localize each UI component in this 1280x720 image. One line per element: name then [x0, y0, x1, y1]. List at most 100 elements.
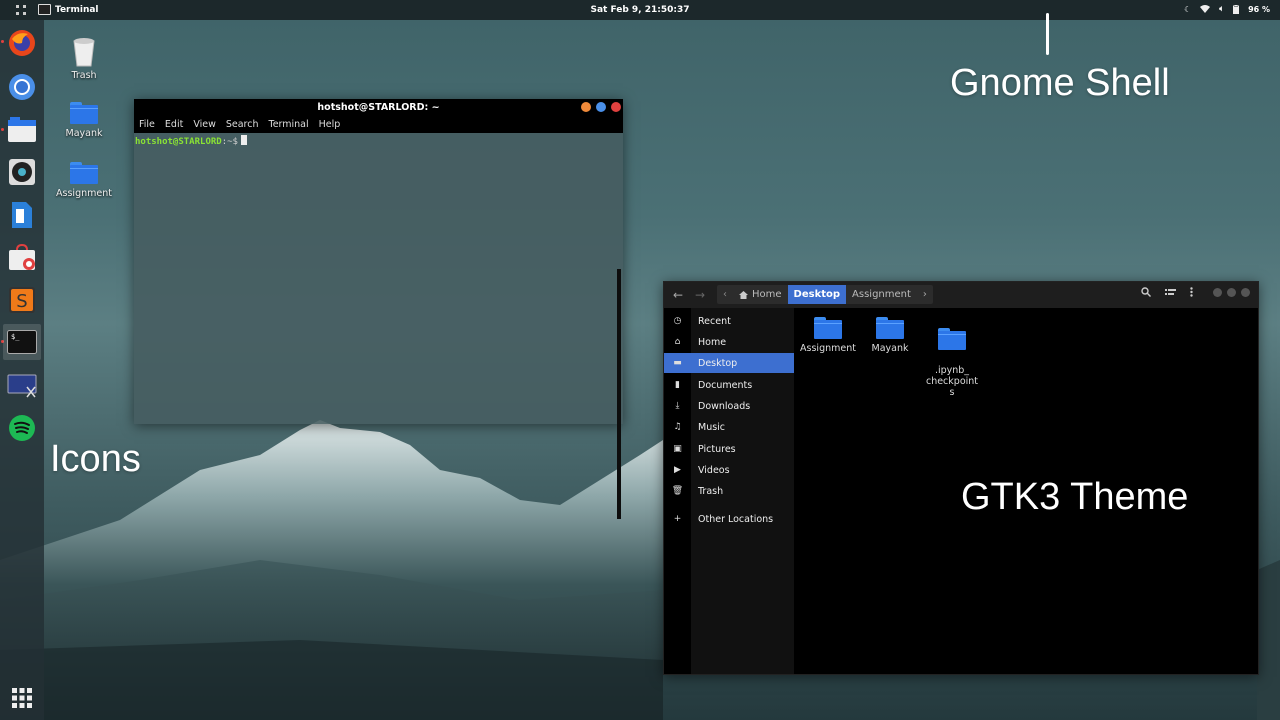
annotation-gnome-shell: Gnome Shell — [950, 62, 1170, 104]
sidebar-item-other-locations[interactable]: + Other Locations — [664, 509, 794, 529]
sidebar-item-documents[interactable]: ▮ Documents — [664, 375, 794, 395]
sidebar-item-label: Trash — [698, 485, 724, 497]
battery-icon — [1233, 4, 1240, 14]
sidebar-item-recent[interactable]: ◷ Recent — [664, 311, 794, 331]
text-cursor — [240, 135, 247, 145]
show-applications-icon[interactable] — [7, 683, 37, 713]
sidebar-item-pictures[interactable]: ▣ Pictures — [664, 439, 794, 459]
sidebar-item-desktop[interactable]: ▬ Desktop — [664, 353, 794, 373]
sidebar-item-videos[interactable]: ▶ Videos — [664, 460, 794, 480]
chromium-icon[interactable] — [7, 72, 37, 102]
spotify-icon[interactable] — [7, 413, 37, 443]
terminal-output[interactable]: hotshot@STARLORD:~$ — [134, 133, 615, 424]
trash-icon: 🗑︎ — [671, 486, 684, 496]
screenshot-tool-icon[interactable] — [7, 371, 37, 401]
system-tray[interactable]: ☾ 🔈︎ 96 % — [1184, 4, 1270, 14]
volume-icon: 🔈︎ — [1219, 4, 1225, 13]
terminal-menubar: File Edit View Search Terminal Help — [134, 116, 623, 133]
running-indicator — [1, 40, 4, 43]
terminal-scrollbar[interactable] — [617, 269, 621, 519]
desktop-icon-label: Mayank — [65, 128, 103, 139]
maximize-button[interactable] — [1227, 287, 1236, 297]
path-right-arrow-icon[interactable]: › — [917, 285, 933, 304]
desktop-icon-assignment[interactable]: Assignment — [49, 162, 119, 199]
path-crumb-home[interactable]: Home — [733, 285, 788, 304]
view-options-icon[interactable] — [1165, 288, 1176, 297]
firefox-icon[interactable] — [7, 28, 37, 58]
dock: S $_ — [0, 20, 44, 720]
close-button[interactable] — [1241, 287, 1250, 297]
svg-text:S: S — [16, 291, 27, 312]
night-light-icon: ☾ — [1184, 4, 1192, 14]
desktop-icon-mayank[interactable]: Mayank — [49, 102, 119, 139]
sidebar-item-label: Documents — [698, 379, 753, 391]
sidebar-item-label: Videos — [698, 464, 730, 476]
path-crumb-label: Desktop — [793, 289, 841, 300]
files-icon[interactable] — [7, 115, 37, 145]
places-sidebar: ◷ Recent ⌂ Home ▬ Desktop ▮ Documents ⤓ Downl… — [664, 308, 794, 674]
sidebar-item-downloads[interactable]: ⤓ Downloads — [664, 396, 794, 416]
menu-view[interactable]: View — [188, 116, 221, 133]
close-button[interactable] — [611, 102, 621, 112]
sidebar-item-label: Recent — [698, 315, 731, 327]
menu-kebab-icon[interactable] — [1190, 287, 1193, 297]
terminal-icon[interactable]: $_ — [3, 324, 41, 360]
home-icon: ⌂ — [674, 337, 681, 347]
clock[interactable]: Sat Feb 9, 21:50:37 — [0, 5, 1280, 15]
desktop-icon-label: Assignment — [56, 188, 112, 199]
sidebar-item-music[interactable]: ♫ Music — [664, 417, 794, 437]
menu-file[interactable]: File — [134, 116, 160, 133]
sidebar-item-label: Home — [698, 336, 727, 348]
folder-icon — [70, 162, 98, 184]
sublime-text-icon[interactable]: S — [7, 285, 37, 315]
menu-help[interactable]: Help — [314, 116, 346, 133]
battery-percent: 96 % — [1248, 4, 1270, 14]
search-icon[interactable] — [1141, 287, 1151, 297]
file-item-label: Mayank — [871, 343, 909, 354]
menu-terminal[interactable]: Terminal — [264, 116, 314, 133]
sidebar-item-label: Downloads — [698, 400, 751, 412]
terminal-title: hotshot@STARLORD: ~ — [317, 102, 440, 113]
back-arrow-icon[interactable]: ← — [670, 287, 686, 303]
music-icon: ♫ — [673, 422, 682, 432]
path-crumb-label: Assignment — [852, 289, 911, 300]
desktop-icon-label: Trash — [71, 70, 97, 81]
forward-arrow-icon[interactable]: → — [692, 287, 708, 303]
annotation-gtk3-theme: GTK3 Theme — [961, 476, 1189, 518]
sidebar-item-label: Music — [698, 421, 726, 433]
menu-search[interactable]: Search — [221, 116, 264, 133]
document-icon: ▮ — [675, 380, 680, 390]
software-center-icon[interactable] — [7, 243, 37, 273]
music-player-icon[interactable] — [7, 157, 37, 187]
wifi-icon — [1200, 5, 1211, 13]
minimize-button[interactable] — [1213, 287, 1222, 297]
sidebar-item-trash[interactable]: 🗑︎ Trash — [664, 481, 794, 501]
folder-icon — [814, 317, 842, 339]
sidebar-item-label: Other Locations — [698, 513, 774, 525]
home-icon — [739, 290, 748, 299]
folder-icon — [876, 317, 904, 339]
plus-icon: + — [673, 514, 682, 524]
maximize-button[interactable] — [596, 102, 606, 112]
video-icon: ▶ — [674, 465, 681, 475]
download-icon: ⤓ — [675, 401, 680, 411]
libreoffice-writer-icon[interactable] — [7, 200, 37, 230]
terminal-window[interactable]: hotshot@STARLORD: ~ File Edit View Searc… — [134, 99, 623, 519]
menu-edit[interactable]: Edit — [160, 116, 188, 133]
path-left-arrow-icon[interactable]: ‹ — [717, 285, 733, 304]
terminal-titlebar[interactable]: hotshot@STARLORD: ~ — [134, 99, 623, 116]
desktop-icon-trash[interactable]: Trash — [49, 37, 119, 81]
file-item-assignment[interactable]: Assignment — [798, 317, 858, 354]
path-bar: ‹ Home Desktop Assignment › — [717, 285, 933, 304]
file-manager-window[interactable]: ← → ‹ Home Desktop Assignment › ◷ Recent… — [663, 281, 1259, 675]
folder-icon — [70, 102, 98, 124]
sidebar-item-home[interactable]: ⌂ Home — [664, 332, 794, 352]
minimize-button[interactable] — [581, 102, 591, 112]
file-item-mayank[interactable]: Mayank — [860, 317, 920, 354]
file-manager-headerbar: ← → ‹ Home Desktop Assignment › — [664, 282, 1258, 308]
path-crumb-label: Home — [752, 289, 782, 300]
pictures-icon: ▣ — [673, 444, 682, 454]
path-crumb-assignment[interactable]: Assignment — [846, 285, 917, 304]
file-item-ipynb-checkpoints[interactable]: .ipynb_ checkpoint s — [922, 317, 982, 398]
path-crumb-desktop[interactable]: Desktop — [787, 285, 847, 304]
